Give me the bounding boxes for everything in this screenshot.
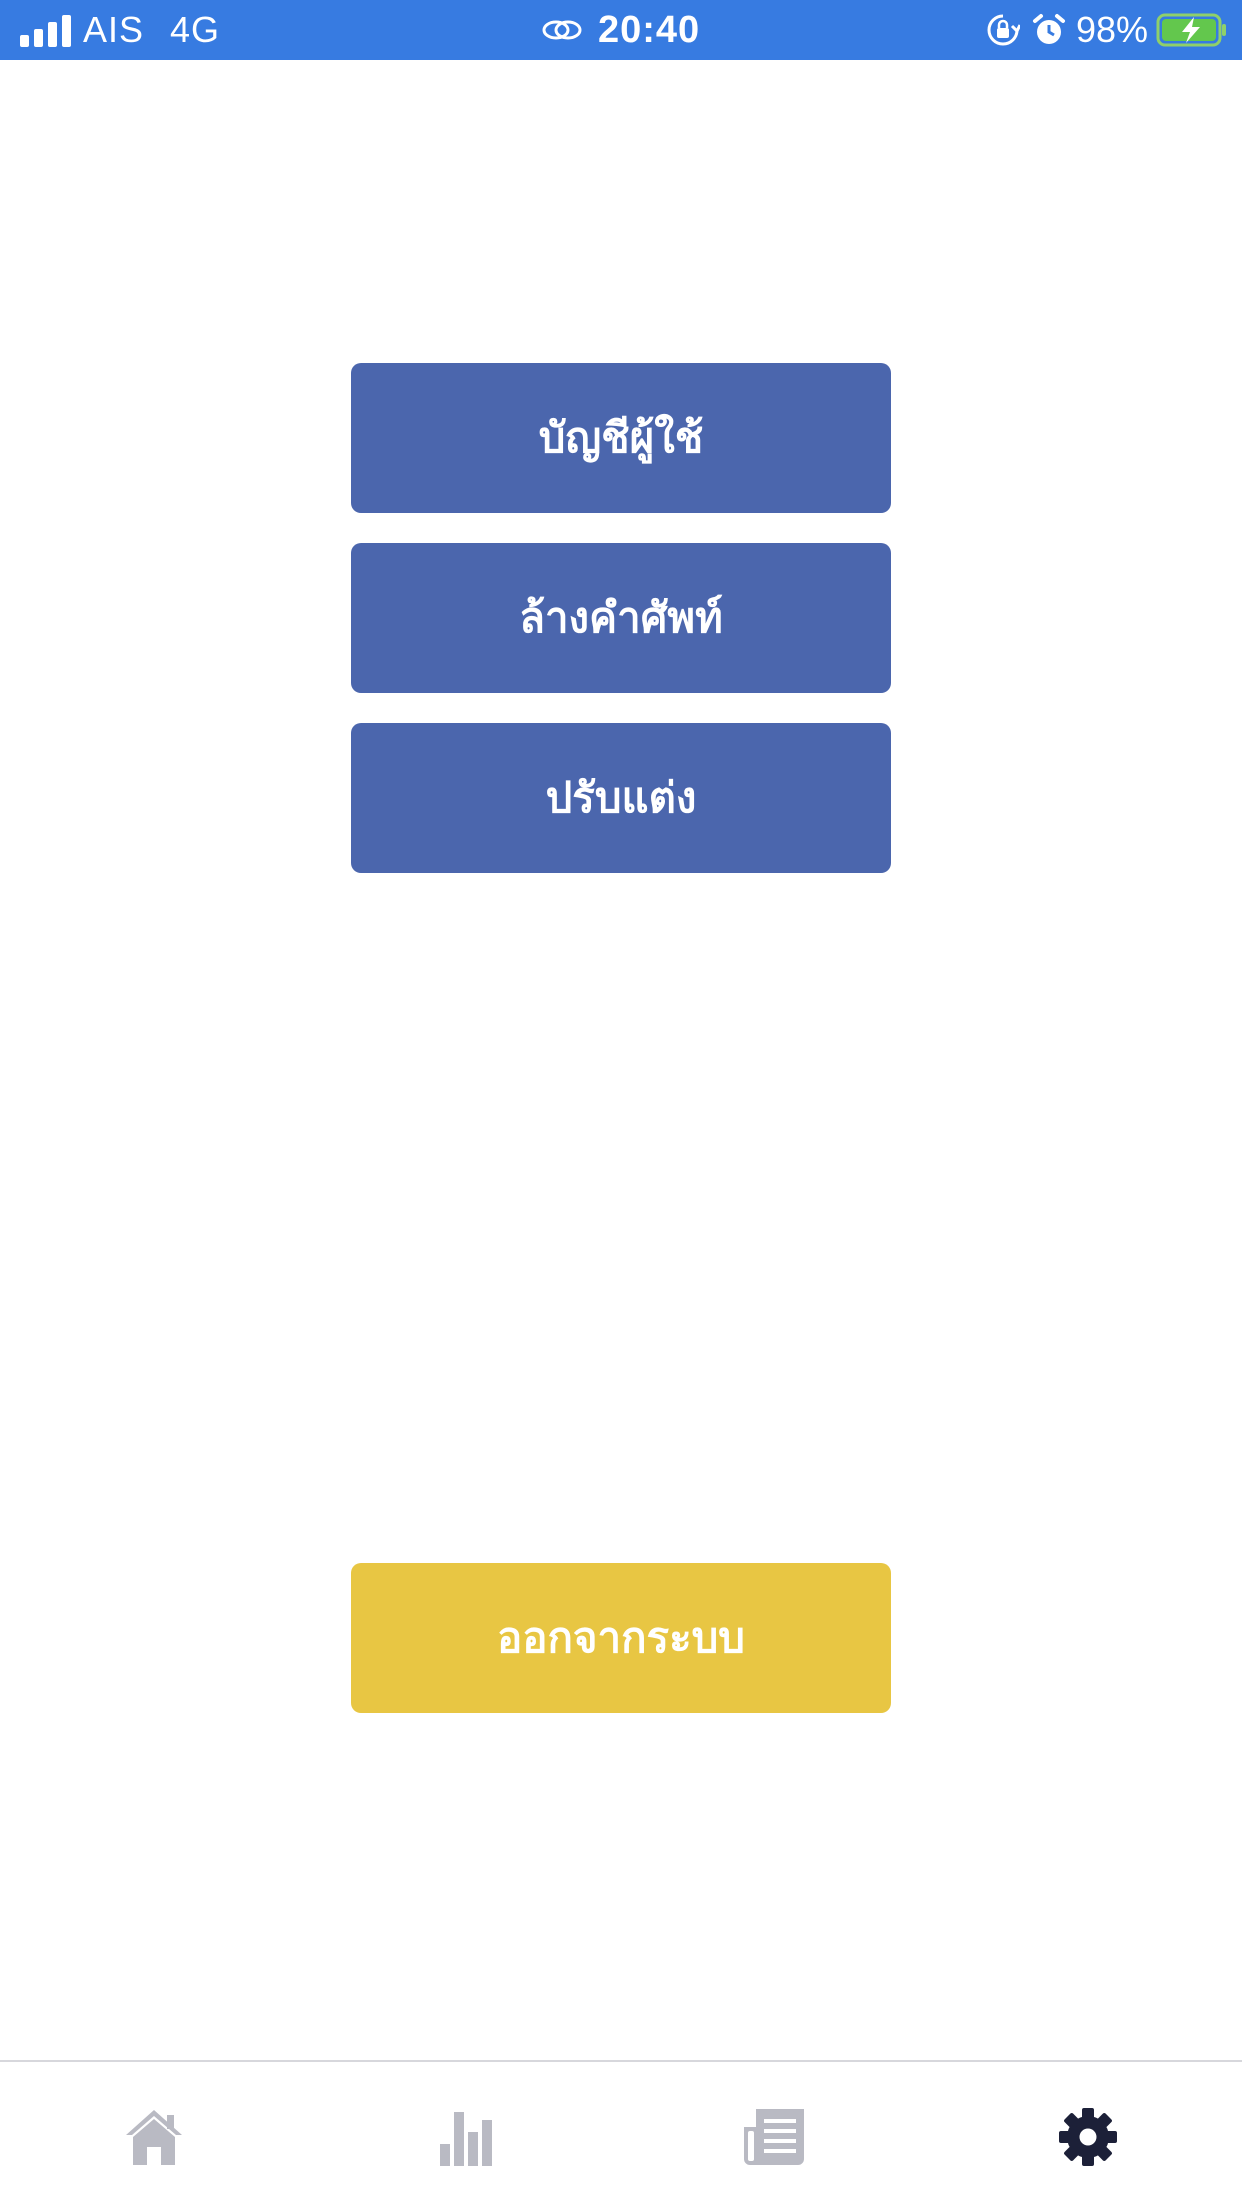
status-right: 98%: [986, 0, 1228, 60]
logout-button[interactable]: ออกจากระบบ: [351, 1563, 891, 1713]
bottom-tab-bar: [0, 2060, 1242, 2208]
tab-statistics[interactable]: [425, 2102, 505, 2172]
tab-articles[interactable]: [735, 2102, 815, 2172]
status-time: 20:40: [598, 8, 701, 51]
signal-strength-icon: [20, 13, 71, 47]
tab-home[interactable]: [114, 2102, 194, 2172]
customize-button[interactable]: ปรับแต่ง: [351, 723, 891, 873]
status-bar: AIS 4G 20:40 98%: [0, 0, 1242, 60]
status-center: 20:40: [540, 0, 700, 60]
battery-percentage: 98%: [1075, 9, 1148, 50]
account-button[interactable]: บัญชีผู้ใช้: [351, 363, 891, 513]
link-icon: [542, 20, 582, 40]
network-type: 4G: [170, 9, 221, 50]
clear-vocabulary-button[interactable]: ล้างคำศัพท์: [351, 543, 891, 693]
battery-charging-icon: [1156, 13, 1226, 47]
alarm-icon: [1032, 14, 1065, 44]
rotation-lock-icon: [987, 14, 1020, 46]
bar-chart-icon: [440, 2112, 492, 2166]
home-icon: [126, 2110, 182, 2165]
carrier-name: AIS: [83, 9, 145, 50]
tab-settings[interactable]: [1048, 2102, 1128, 2172]
gear-icon: [1059, 2108, 1117, 2166]
status-left: AIS 4G: [20, 0, 220, 60]
newspaper-icon: [744, 2109, 804, 2165]
settings-screen: AIS 4G 20:40 98% บัญชีผู้ใช้ ล้างคำศัพท์…: [0, 0, 1242, 2208]
